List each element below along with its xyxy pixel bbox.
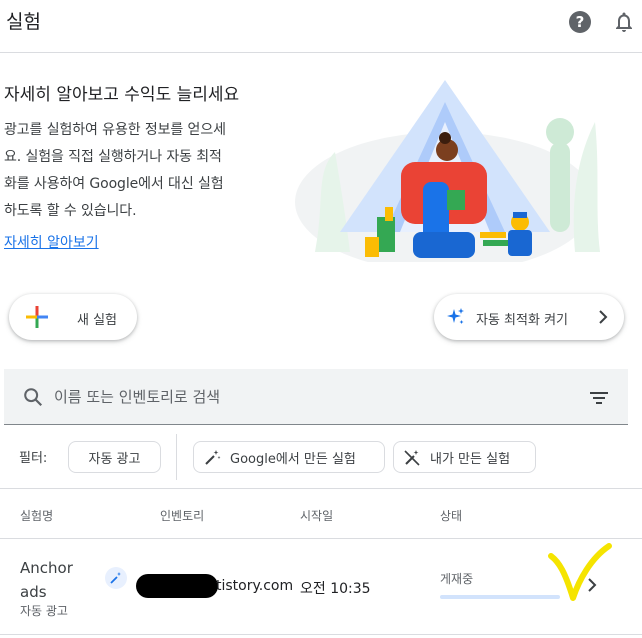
start-date-value: 오전 10:35: [300, 581, 371, 597]
filter-chip-my-experiments[interactable]: 내가 만든 실험: [393, 441, 536, 473]
column-header-inventory[interactable]: 인벤토리: [160, 507, 204, 524]
magic-wand-off-icon: [404, 450, 420, 466]
divider: [0, 538, 642, 539]
filter-chip-auto-ads[interactable]: 자동 광고: [68, 441, 161, 473]
experiment-type: 자동 광고: [20, 604, 68, 618]
search-bar: [4, 369, 628, 425]
search-input[interactable]: [54, 385, 534, 409]
redaction-mark: [136, 574, 218, 598]
filter-label: 필터:: [19, 451, 48, 466]
status-progress-bar: [440, 595, 560, 599]
inventory-value: tistory.com: [216, 578, 294, 594]
experiment-name[interactable]: Anchor ads: [20, 556, 100, 604]
magic-wand-icon: [205, 450, 221, 465]
hero-illustration: [295, 80, 600, 262]
hero-body-line: 요. 실험을 직접 실행하거나 자동 최적: [4, 149, 222, 165]
hero-body-line: 광고를 실험하여 유용한 정보를 얻으세: [4, 122, 226, 138]
filter-chip-google-experiments[interactable]: Google에서 만든 실험: [193, 441, 385, 473]
status-value: 게재중: [440, 572, 474, 586]
hero-heading: 자세히 알아보고 수익도 늘리세요: [4, 85, 240, 105]
plus-icon: [26, 306, 48, 328]
page-title: 실험: [6, 11, 41, 33]
column-header-name[interactable]: 실험명: [20, 507, 53, 524]
search-icon[interactable]: [22, 386, 44, 408]
hero-body-line: 하도록 할 수 있습니다.: [4, 203, 137, 219]
auto-experiment-badge: [105, 567, 127, 589]
hero-body: 광고를 실험하여 유용한 정보를 얻으세 요. 실험을 직접 실행하거나 자동 …: [4, 117, 286, 225]
column-header-status[interactable]: 상태: [440, 507, 462, 524]
new-experiment-label: 새 실험: [77, 313, 118, 328]
learn-more-link[interactable]: 자세히 알아보기: [4, 232, 99, 252]
new-experiment-button[interactable]: 새 실험: [9, 294, 137, 340]
magic-wand-icon: [110, 572, 121, 584]
auto-optimize-button[interactable]: 자동 최적화 켜기: [434, 294, 624, 340]
divider: [0, 634, 642, 635]
column-header-start[interactable]: 시작일: [300, 507, 333, 524]
top-bar: 실험 ?: [0, 0, 642, 53]
bell-icon[interactable]: [612, 10, 636, 34]
divider: [176, 434, 177, 480]
auto-optimize-label: 자동 최적화 켜기: [476, 313, 568, 328]
chevron-right-icon: [599, 310, 608, 324]
filter-chip-label: 자동 광고: [88, 451, 141, 467]
filter-list-icon[interactable]: [588, 387, 610, 409]
hero-body-line: 화를 사용하여 Google에서 대신 실험: [4, 176, 224, 192]
help-icon[interactable]: ?: [569, 11, 591, 33]
filter-row: 필터: 자동 광고 Google에서 만든 실험 내가 만든 실험: [0, 426, 642, 489]
sparkle-icon: [447, 308, 464, 324]
filter-chip-label: 내가 만든 실험: [430, 451, 511, 467]
handdrawn-check-annotation: [548, 543, 612, 601]
filter-chip-label: Google에서 만든 실험: [230, 451, 356, 467]
